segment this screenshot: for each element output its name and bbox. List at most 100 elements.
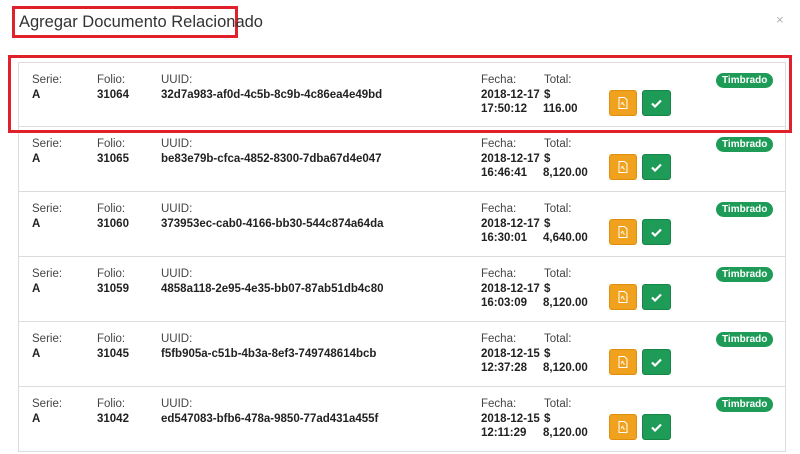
check-icon [651, 228, 662, 237]
uuid-label: UUID: [161, 138, 193, 150]
total-value: 8,120.00 [543, 297, 588, 309]
serie-value: A [32, 89, 41, 101]
folio-label: Folio: [97, 203, 126, 215]
file-pdf-icon [618, 226, 628, 238]
fecha-time: 16:30:01 [481, 232, 528, 244]
fecha-date: 2018-12-17 [481, 153, 540, 165]
select-document-button[interactable] [642, 284, 671, 310]
status-badge: Timbrado [716, 397, 774, 412]
currency-symbol: $ [544, 89, 551, 101]
fecha-date: 2018-12-15 [481, 413, 540, 425]
select-document-button[interactable] [642, 154, 671, 180]
uuid-label: UUID: [161, 333, 193, 345]
serie-value: A [32, 218, 41, 230]
view-pdf-button[interactable] [609, 90, 637, 116]
file-pdf-icon [618, 421, 628, 433]
document-row[interactable]: Serie: A Folio: 31065 UUID: be83e79b-cfc… [18, 127, 786, 192]
folio-label: Folio: [97, 268, 126, 280]
check-icon [651, 99, 662, 108]
currency-symbol: $ [544, 348, 551, 360]
fecha-date: 2018-12-17 [481, 283, 540, 295]
total-label: Total: [544, 333, 572, 345]
folio-value: 31064 [97, 89, 129, 101]
uuid-value: be83e79b-cfca-4852-8300-7dba67d4e047 [161, 153, 382, 165]
serie-value: A [32, 153, 41, 165]
fecha-label: Fecha: [481, 74, 517, 86]
folio-value: 31045 [97, 348, 129, 360]
uuid-label: UUID: [161, 398, 193, 410]
serie-label: Serie: [32, 138, 63, 150]
view-pdf-button[interactable] [609, 154, 637, 180]
check-icon [651, 358, 662, 367]
serie-value: A [32, 348, 41, 360]
uuid-value: 373953ec-cab0-4166-bb30-544c874a64da [161, 218, 384, 230]
status-badge: Timbrado [716, 332, 774, 347]
document-row[interactable]: Serie: A Folio: 31064 UUID: 32d7a983-af0… [18, 62, 786, 127]
serie-label: Serie: [32, 333, 63, 345]
file-pdf-icon [618, 161, 628, 173]
close-icon[interactable]: × [776, 12, 784, 28]
uuid-value: 4858a118-2e95-4e35-bb07-87ab51db4c80 [161, 283, 384, 295]
file-pdf-icon [618, 97, 628, 109]
uuid-value: f5fb905a-c51b-4b3a-8ef3-749748614bcb [161, 348, 377, 360]
fecha-time: 17:50:12 [481, 103, 528, 115]
currency-symbol: $ [544, 283, 551, 295]
total-value: 8,120.00 [543, 427, 588, 439]
select-document-button[interactable] [642, 414, 671, 440]
currency-symbol: $ [544, 218, 551, 230]
file-pdf-icon [618, 291, 628, 303]
folio-value: 31065 [97, 153, 129, 165]
status-badge: Timbrado [716, 202, 774, 217]
total-value: 8,120.00 [543, 167, 588, 179]
status-badge: Timbrado [716, 137, 774, 152]
uuid-label: UUID: [161, 203, 193, 215]
fecha-date: 2018-12-17 [481, 218, 540, 230]
total-label: Total: [544, 398, 572, 410]
document-row[interactable]: Serie: A Folio: 31042 UUID: ed547083-bfb… [18, 387, 786, 452]
uuid-value: 32d7a983-af0d-4c5b-8c9b-4c86ea4e49bd [161, 89, 383, 101]
select-document-button[interactable] [642, 219, 671, 245]
fecha-label: Fecha: [481, 268, 517, 280]
folio-value: 31042 [97, 413, 129, 425]
total-value: 116.00 [543, 103, 578, 115]
document-row[interactable]: Serie: A Folio: 31060 UUID: 373953ec-cab… [18, 192, 786, 257]
fecha-time: 12:11:29 [481, 427, 527, 439]
modal-title: Agregar Documento Relacionado [12, 6, 263, 38]
fecha-time: 16:46:41 [481, 167, 528, 179]
fecha-label: Fecha: [481, 138, 517, 150]
document-row[interactable]: Serie: A Folio: 31059 UUID: 4858a118-2e9… [18, 257, 786, 322]
check-icon [651, 423, 662, 432]
status-badge: Timbrado [716, 73, 774, 88]
total-label: Total: [544, 138, 572, 150]
folio-label: Folio: [97, 138, 126, 150]
view-pdf-button[interactable] [609, 284, 637, 310]
folio-label: Folio: [97, 74, 126, 86]
total-value: 4,640.00 [543, 232, 588, 244]
select-document-button[interactable] [642, 349, 671, 375]
view-pdf-button[interactable] [609, 219, 637, 245]
folio-value: 31060 [97, 218, 129, 230]
folio-label: Folio: [97, 398, 126, 410]
view-pdf-button[interactable] [609, 349, 637, 375]
document-list: Serie: A Folio: 31064 UUID: 32d7a983-af0… [18, 62, 786, 452]
folio-value: 31059 [97, 283, 129, 295]
currency-symbol: $ [544, 153, 551, 165]
serie-label: Serie: [32, 398, 63, 410]
document-row[interactable]: Serie: A Folio: 31045 UUID: f5fb905a-c51… [18, 322, 786, 387]
total-label: Total: [544, 74, 572, 86]
file-pdf-icon [618, 356, 628, 368]
folio-label: Folio: [97, 333, 126, 345]
fecha-time: 12:37:28 [481, 362, 528, 374]
uuid-label: UUID: [161, 74, 193, 86]
serie-value: A [32, 283, 41, 295]
view-pdf-button[interactable] [609, 414, 637, 440]
serie-label: Serie: [32, 203, 63, 215]
check-icon [651, 163, 662, 172]
currency-symbol: $ [544, 413, 551, 425]
uuid-label: UUID: [161, 268, 193, 280]
fecha-label: Fecha: [481, 398, 517, 410]
fecha-label: Fecha: [481, 333, 517, 345]
check-icon [651, 293, 662, 302]
total-label: Total: [544, 268, 572, 280]
select-document-button[interactable] [642, 90, 671, 116]
